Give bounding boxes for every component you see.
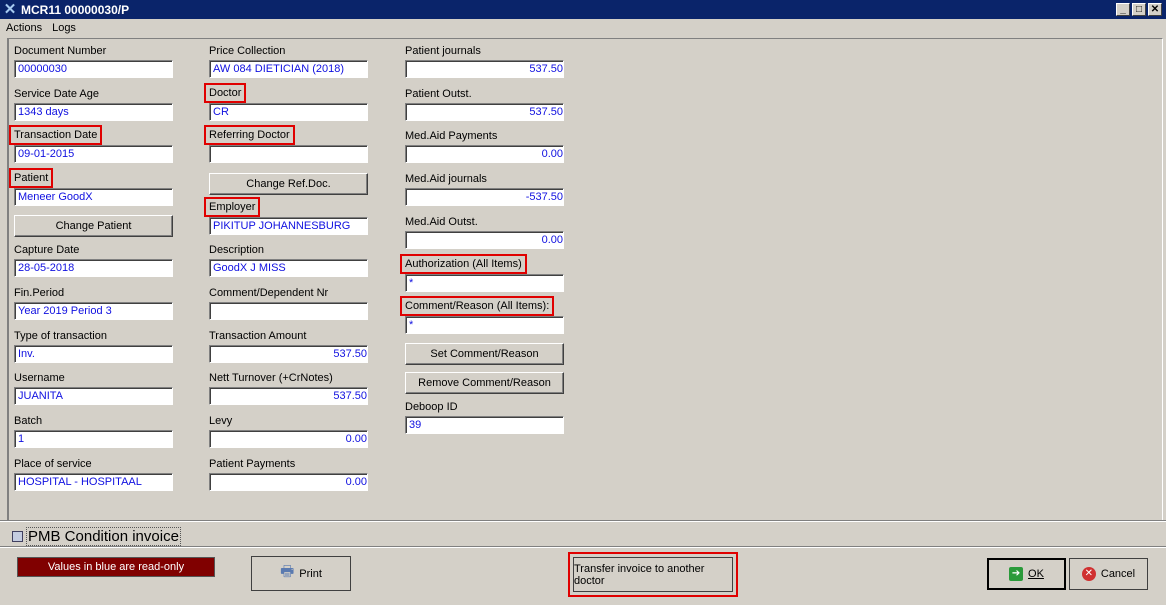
app-logo-icon: ✕: [3, 0, 17, 18]
print-label: Print: [299, 567, 322, 580]
fin-period-field[interactable]: Year 2019 Period 3: [14, 302, 173, 320]
levy-label: Levy: [209, 415, 233, 427]
doctor-field[interactable]: CR: [209, 103, 368, 121]
window-title: MCR11 00000030/P: [21, 2, 130, 17]
comment-dependent-nr-field[interactable]: [209, 302, 368, 320]
med-aid-journals-label: Med.Aid journals: [405, 173, 487, 185]
divider: [0, 546, 1166, 548]
menu-actions[interactable]: Actions: [6, 22, 42, 34]
service-date-age-label: Service Date Age: [14, 88, 99, 100]
comment-dependent-nr-label: Comment/Dependent Nr: [209, 287, 329, 299]
fin-period-label: Fin.Period: [14, 287, 65, 299]
nett-turnover-crnotes-label: Nett Turnover (+CrNotes): [209, 372, 333, 384]
patient-field[interactable]: Meneer GoodX: [14, 188, 173, 206]
doctor-label: Doctor: [203, 83, 247, 103]
employer-label: Employer: [203, 197, 261, 217]
username-label: Username: [14, 372, 65, 384]
menu-bar: Actions Logs: [0, 20, 1166, 36]
transaction-amount-field[interactable]: 537.50: [209, 345, 368, 363]
patient-payments-field[interactable]: 0.00: [209, 473, 368, 491]
arrow-right-icon: ➔: [1009, 567, 1024, 581]
transaction-date-field[interactable]: 09-01-2015: [14, 145, 173, 163]
change-patient-button[interactable]: Change Patient: [14, 215, 173, 237]
set-comment-reason-button[interactable]: Set Comment/Reason: [405, 343, 564, 365]
change-ref-doc-button[interactable]: Change Ref.Doc.: [209, 173, 368, 195]
ok-label: OK: [1028, 568, 1044, 580]
comment-reason-all-items-field[interactable]: *: [405, 316, 564, 334]
deboop-id-label: Deboop ID: [405, 401, 458, 413]
description-label: Description: [209, 244, 265, 256]
capture-date-label: Capture Date: [14, 244, 80, 256]
minimize-button[interactable]: _: [1116, 3, 1130, 16]
username-field[interactable]: JUANITA: [14, 387, 173, 405]
menu-logs[interactable]: Logs: [52, 22, 76, 34]
cancel-button[interactable]: ✕ Cancel: [1069, 558, 1148, 590]
comment-reason-all-items-label: Comment/Reason (All Items):: [399, 296, 555, 316]
document-number-field[interactable]: 00000030: [14, 60, 173, 78]
pmb-condition-label: PMB Condition invoice: [26, 527, 181, 546]
remove-comment-reason-button[interactable]: Remove Comment/Reason: [405, 372, 564, 394]
authorization-all-items-field[interactable]: *: [405, 274, 564, 292]
med-aid-outst-field[interactable]: 0.00: [405, 231, 564, 249]
med-aid-journals-field[interactable]: -537.50: [405, 188, 564, 206]
batch-label: Batch: [14, 415, 43, 427]
nett-turnover-crnotes-field[interactable]: 537.50: [209, 387, 368, 405]
batch-field[interactable]: 1: [14, 430, 173, 448]
price-collection-field[interactable]: AW 084 DIETICIAN (2018): [209, 60, 368, 78]
cancel-label: Cancel: [1100, 568, 1136, 580]
readonly-notice: Values in blue are read-only: [17, 557, 215, 577]
employer-field[interactable]: PIKITUP JOHANNESBURG: [209, 217, 368, 235]
deboop-id-field[interactable]: 39: [405, 416, 564, 434]
type-of-transaction-field[interactable]: Inv.: [14, 345, 173, 363]
price-collection-label: Price Collection: [209, 45, 286, 57]
referring-doctor-label: Referring Doctor: [204, 125, 295, 145]
place-of-service-field[interactable]: HOSPITAL - HOSPITAAL: [14, 473, 173, 491]
patient-payments-label: Patient Payments: [209, 458, 296, 470]
close-button[interactable]: ✕: [1148, 3, 1162, 16]
type-of-transaction-label: Type of transaction: [14, 330, 107, 342]
patient-outst-field[interactable]: 537.50: [405, 103, 564, 121]
transaction-date-label: Transaction Date: [8, 125, 103, 145]
med-aid-payments-label: Med.Aid Payments: [405, 130, 498, 142]
med-aid-outst-label: Med.Aid Outst.: [405, 216, 478, 228]
document-number-label: Document Number: [14, 45, 107, 57]
patient-journals-field[interactable]: 537.50: [405, 60, 564, 78]
authorization-all-items-label: Authorization (All Items): [400, 254, 527, 274]
pmb-condition-checkbox[interactable]: PMB Condition invoice: [12, 527, 181, 546]
patient-label: Patient: [8, 168, 54, 188]
printer-icon: 🖶: [280, 563, 295, 580]
service-date-age-field[interactable]: 1343 days: [14, 103, 173, 121]
capture-date-field[interactable]: 28-05-2018: [14, 259, 173, 277]
transaction-amount-label: Transaction Amount: [209, 330, 307, 342]
place-of-service-label: Place of service: [14, 458, 92, 470]
ok-button[interactable]: ➔ OK: [987, 558, 1066, 590]
print-button[interactable]: 🖶 Print: [251, 556, 351, 591]
transfer-invoice-button[interactable]: Transfer invoice to another doctor: [573, 557, 733, 592]
patient-outst-label: Patient Outst.: [405, 88, 472, 100]
form-panel: [7, 38, 1163, 520]
med-aid-payments-field[interactable]: 0.00: [405, 145, 564, 163]
referring-doctor-field[interactable]: [209, 145, 368, 163]
levy-field[interactable]: 0.00: [209, 430, 368, 448]
divider: [0, 520, 1166, 522]
patient-journals-label: Patient journals: [405, 45, 481, 57]
checkbox-box[interactable]: [12, 531, 23, 542]
cancel-icon: ✕: [1081, 567, 1096, 581]
restore-button[interactable]: □: [1132, 3, 1146, 16]
title-bar: ✕ MCR11 00000030/P _ □ ✕: [0, 0, 1166, 19]
description-field[interactable]: GoodX J MISS: [209, 259, 368, 277]
